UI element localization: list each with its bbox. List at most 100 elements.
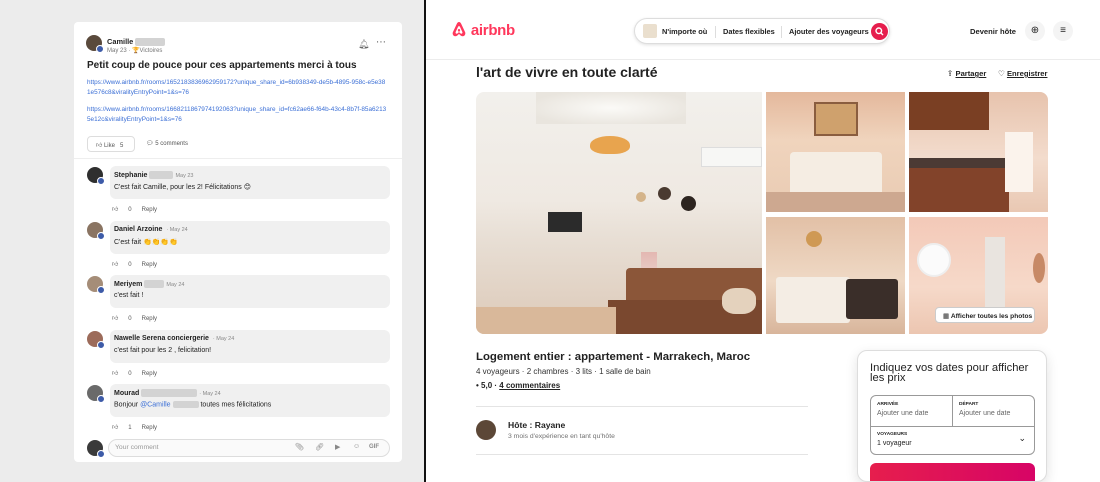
checkin-label: ARRIVÉE	[877, 402, 899, 407]
listing-link-2[interactable]: https://www.airbnb.fr/rooms/166821186797…	[87, 105, 387, 125]
reply-button[interactable]: Reply	[142, 371, 157, 377]
main-photo[interactable]	[476, 92, 762, 334]
comment-like-count: 0	[128, 371, 132, 377]
comment-actions: 👍︎ 0 Reply	[112, 314, 167, 322]
become-host-link[interactable]: Devenir hôte	[970, 27, 1016, 36]
guests-select[interactable]: VOYAGEURS 1 voyageur ⌄	[871, 426, 1034, 455]
airbnb-logo-text: airbnb	[470, 22, 515, 39]
more-options-icon[interactable]: ⋯	[376, 37, 386, 48]
screenshot-root: Camille May 23 · 🏆Victoires 🔔︎ ⋯ Petit c…	[0, 0, 1100, 482]
thumbs-up-icon[interactable]: 👍︎	[112, 371, 118, 377]
bell-icon[interactable]: 🔔︎	[358, 39, 369, 50]
airbnb-logo[interactable]: airbnb	[451, 21, 515, 39]
like-button[interactable]: 👍︎ Like 5	[87, 136, 135, 152]
photo-bedroom-1[interactable]	[766, 92, 905, 212]
thumbs-up-icon[interactable]: 👍︎	[112, 262, 118, 268]
author-avatar[interactable]	[86, 35, 104, 53]
commenter-avatar[interactable]	[87, 276, 105, 294]
redacted-name	[135, 38, 166, 47]
reply-button[interactable]: Reply	[142, 262, 157, 268]
search-button[interactable]	[871, 23, 888, 40]
post-date: May 23	[107, 48, 127, 54]
reviews-link[interactable]: 4 commentaires	[499, 381, 560, 390]
comment-date: · May 24	[199, 390, 221, 397]
listing-link-1[interactable]: https://www.airbnb.fr/rooms/165218383696…	[87, 78, 387, 98]
house-icon	[643, 24, 657, 38]
post-group[interactable]: Victoires	[140, 48, 163, 54]
search-bar[interactable]: N'importe où Dates flexibles Ajouter des…	[634, 18, 890, 44]
save-button[interactable]: ♡ Enregistrer	[998, 69, 1047, 78]
checkout-value: Ajouter une date	[959, 410, 1011, 417]
comment-text: C'est fait Camille, pour les 2! Félicita…	[114, 184, 252, 191]
thumbs-up-icon[interactable]: 👍︎	[112, 425, 118, 431]
comment-actions: 👍︎ 1 Reply	[112, 423, 167, 431]
listing-rating: • 5,0 · 4 commentaires	[476, 381, 560, 390]
search-guests[interactable]: Ajouter des voyageurs	[789, 27, 869, 36]
current-user-avatar	[87, 440, 105, 458]
thumbs-up-icon[interactable]: 👍︎	[112, 207, 118, 213]
booking-heading: Indiquez vos dates pour afficher les pri…	[870, 362, 1029, 384]
commenter-avatar[interactable]	[87, 331, 105, 349]
comment-input[interactable]: Your comment 📎︎ 🔗︎ ▶ ☺ GIF	[108, 439, 390, 457]
like-count: 5	[119, 143, 124, 149]
commenter-avatar[interactable]	[87, 222, 105, 240]
comment-actions: 👍︎ 0 Reply	[112, 369, 167, 377]
airbnb-logo-icon	[452, 22, 466, 37]
gif-button[interactable]: GIF	[369, 444, 379, 450]
photo-bedroom-2[interactable]	[766, 217, 905, 334]
comment-bubble: Daniel Arzoine · May 24 C'est fait 👏👏👏👏	[110, 221, 390, 254]
commenter-name[interactable]: Meriyem	[114, 281, 142, 288]
divider	[74, 158, 402, 159]
comment-like-count: 0	[128, 316, 132, 322]
booking-card: Indiquez vos dates pour afficher les pri…	[857, 350, 1047, 482]
commenter-name[interactable]: Mourad	[114, 390, 139, 397]
checkin-field[interactable]: ARRIVÉE Ajouter une date	[871, 396, 953, 426]
link-icon[interactable]: 🔗︎	[315, 443, 324, 451]
search-icon	[875, 27, 884, 36]
menu-icon[interactable]: ≡	[1053, 21, 1073, 41]
author-name[interactable]: Camille	[107, 37, 133, 46]
checkout-field[interactable]: DÉPART Ajouter une date	[953, 396, 1035, 426]
check-availability-button[interactable]	[870, 463, 1035, 481]
commenter-name[interactable]: Stephanie	[114, 172, 147, 179]
attachment-icon[interactable]: 📎︎	[295, 443, 304, 451]
video-icon[interactable]: ▶	[335, 443, 340, 451]
show-all-photos-button[interactable]: ▦ Afficher toutes les photos	[935, 307, 1035, 323]
guests-value: 1 voyageur	[877, 440, 912, 447]
comment-bubble: Nawelle Serena conciergerie · May 24 c'e…	[110, 330, 390, 363]
reply-button[interactable]: Reply	[142, 207, 157, 213]
listing-details: 4 voyageurs · 2 chambres · 3 lits · 1 sa…	[476, 367, 651, 376]
comment-text: C'est fait 👏👏👏👏	[114, 239, 178, 246]
comment-actions: 👍︎ 0 Reply	[112, 260, 167, 268]
trophy-icon: 🏆	[132, 48, 140, 54]
reply-button[interactable]: Reply	[142, 316, 157, 322]
share-icon: ⇪	[947, 69, 954, 78]
commenter-name[interactable]: Daniel Arzoine	[114, 226, 162, 233]
thumbs-up-icon[interactable]: 👍︎	[112, 316, 118, 322]
host-avatar[interactable]	[476, 420, 496, 440]
search-anywhere[interactable]: N'importe où	[662, 27, 707, 36]
commenter-avatar[interactable]	[87, 385, 105, 403]
comment-bubble: Meriyem May 24 c'est fait !	[110, 275, 390, 308]
listing-title: l'art de vivre en toute clarté	[476, 64, 658, 80]
commenter-name[interactable]: Nawelle Serena conciergerie	[114, 335, 209, 342]
commenter-avatar[interactable]	[87, 167, 105, 185]
chevron-down-icon: ⌄	[1018, 433, 1026, 443]
like-label: Like	[103, 143, 115, 149]
comment-text: c'est fait !	[114, 292, 144, 299]
photo-kitchen[interactable]	[909, 92, 1048, 212]
thumbs-up-icon: 👍︎	[96, 143, 103, 149]
share-button[interactable]: ⇪ Partager	[947, 69, 986, 78]
reply-button[interactable]: Reply	[142, 425, 157, 431]
comment-date: · May 24	[166, 227, 188, 233]
globe-icon[interactable]: ⊕	[1025, 21, 1045, 41]
comments-count[interactable]: 💬︎ 5 comments	[146, 140, 188, 147]
comment-text: c'est fait pour les 2 , felicitation!	[114, 347, 212, 354]
mention-link[interactable]: @Camille	[140, 401, 170, 408]
comment-actions: 👍︎ 0 Reply	[112, 205, 167, 213]
search-dates[interactable]: Dates flexibles	[723, 27, 775, 36]
comment-icon: 💬︎	[146, 141, 154, 147]
booking-form: ARRIVÉE Ajouter une date DÉPART Ajouter …	[870, 395, 1035, 455]
emoji-icon[interactable]: ☺	[353, 443, 360, 450]
comment-placeholder: Your comment	[115, 444, 159, 451]
